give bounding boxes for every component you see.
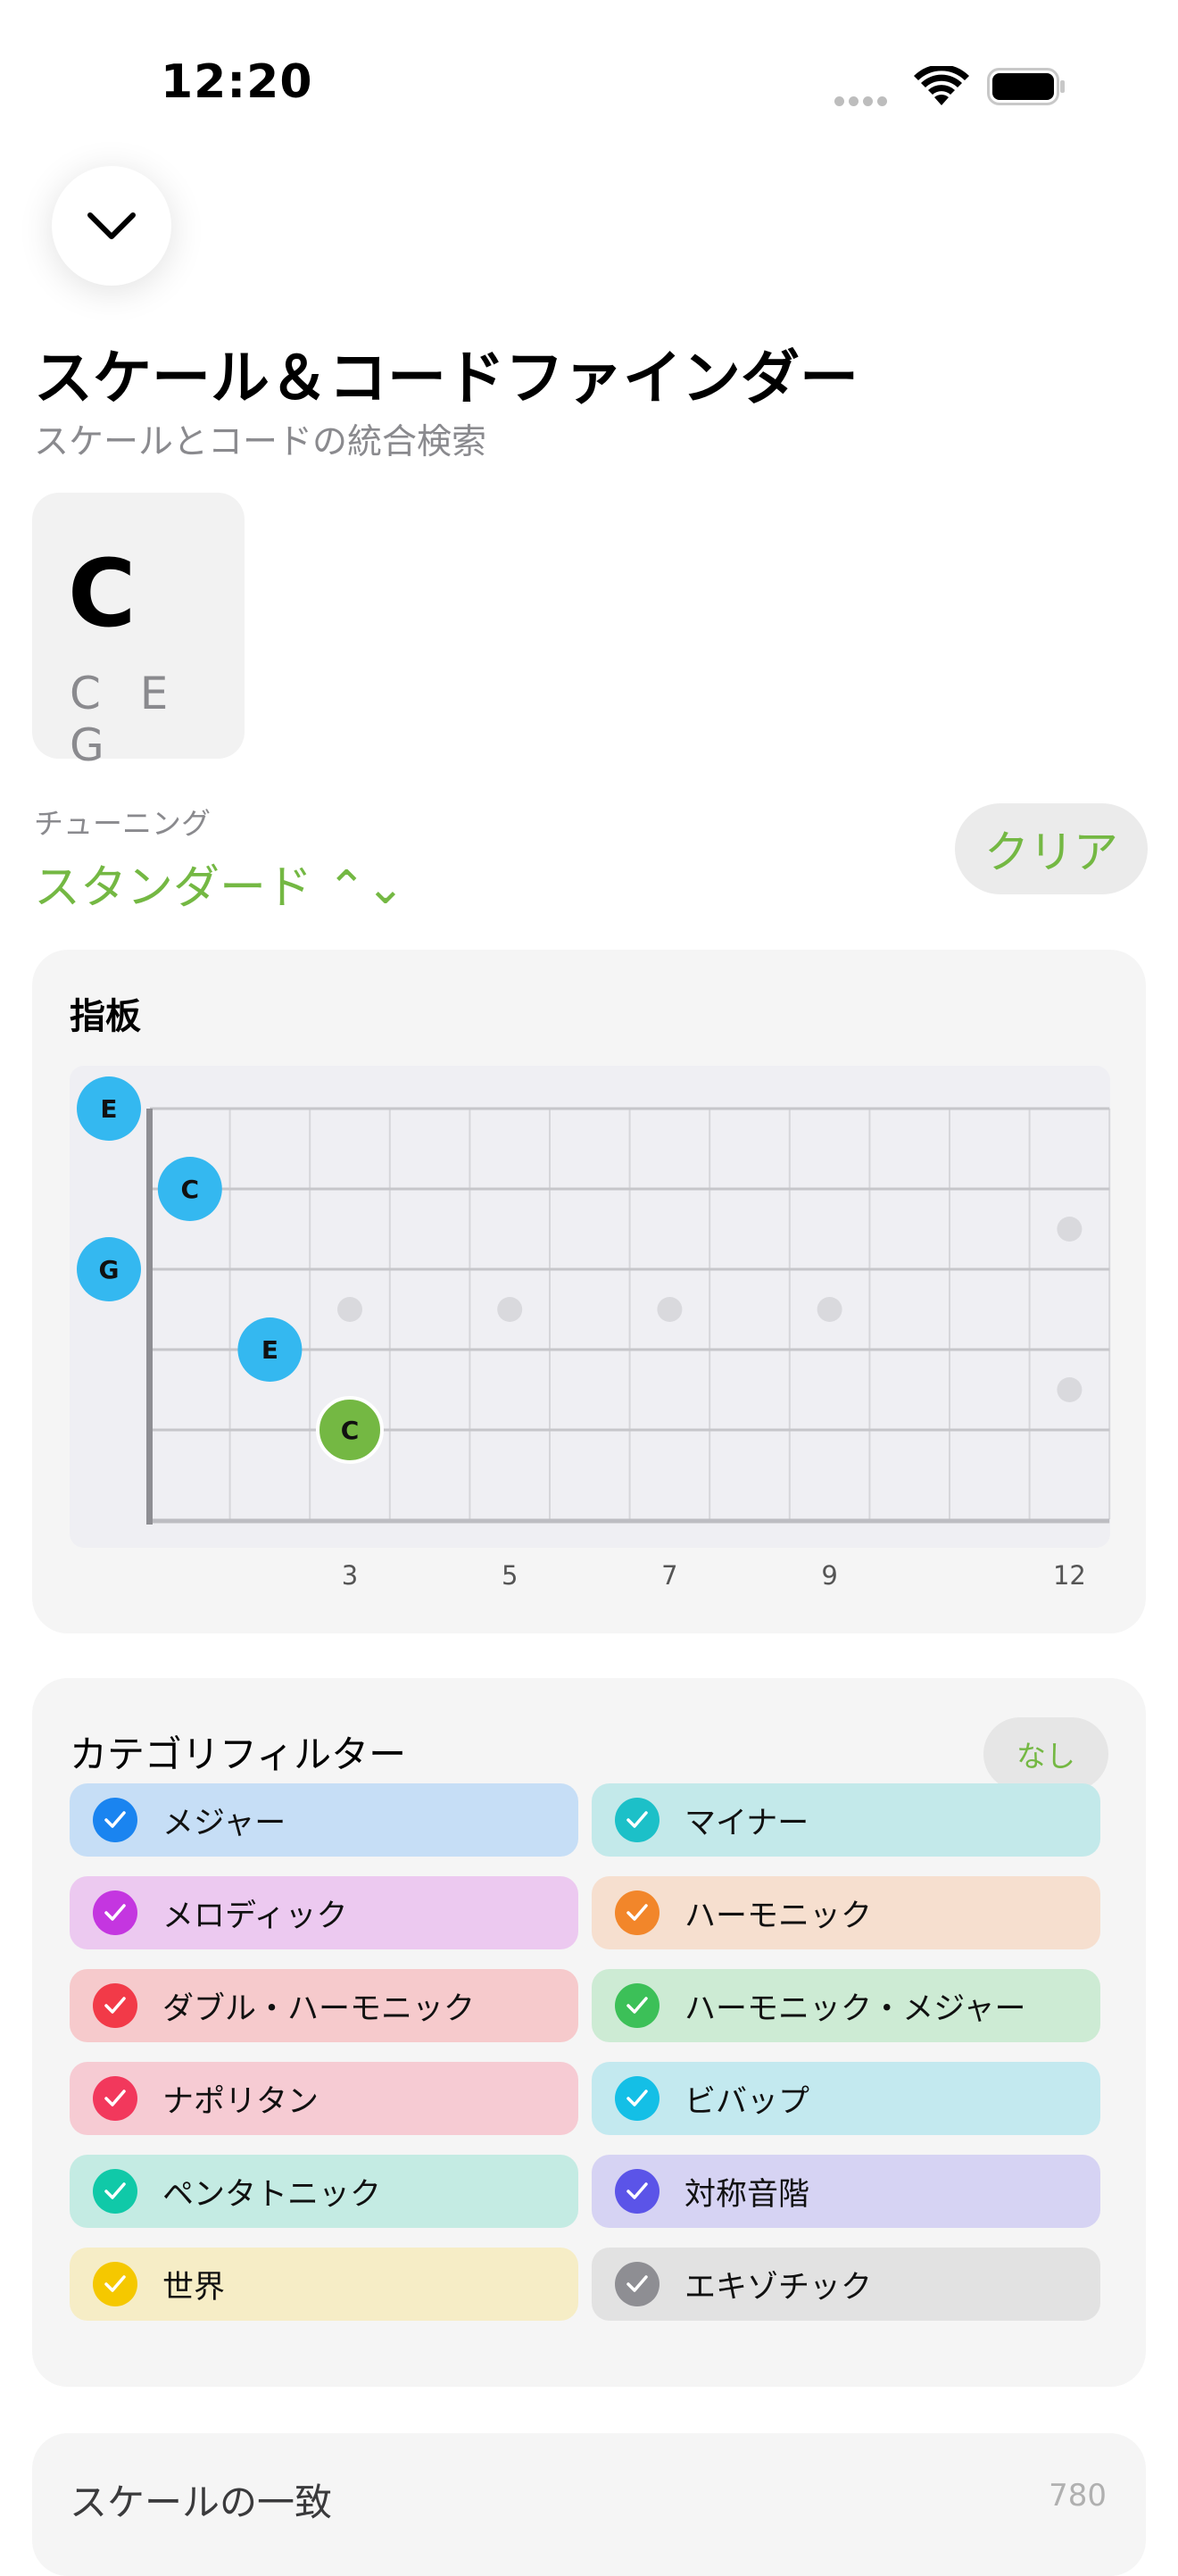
fretboard-note[interactable]: C (316, 1396, 384, 1464)
category-filter-chip[interactable]: 世界 (70, 2248, 578, 2321)
nut (146, 1109, 153, 1525)
checkmark-icon (93, 1890, 137, 1935)
fret-number: 12 (1052, 1560, 1086, 1591)
category-filter-chip[interactable]: ダブル・ハーモニック (70, 1969, 578, 2042)
category-filter-label: 世界 (162, 2269, 226, 2306)
category-filter-chip[interactable]: ハーモニック (592, 1876, 1100, 1949)
category-filter-label: ダブル・ハーモニック (162, 1990, 476, 2027)
fret-number: 3 (341, 1560, 359, 1591)
fretboard-note-label: G (99, 1255, 120, 1284)
fret-inlay-dot (497, 1297, 523, 1322)
checkmark-icon (615, 2169, 660, 2214)
fret-inlay-dot (817, 1297, 842, 1322)
checkmark-icon (93, 2076, 137, 2121)
category-filter-label: ビバップ (684, 2083, 810, 2120)
fretboard-note[interactable]: E (77, 1076, 141, 1141)
fretboard-note[interactable]: C (157, 1157, 222, 1221)
category-filter-chip[interactable]: ペンタトニック (70, 2155, 578, 2228)
category-filter-label: メジャー (162, 1805, 286, 1841)
checkmark-icon (93, 1983, 137, 2028)
category-filter-label: 対称音階 (684, 2176, 810, 2213)
checkmark-icon (615, 1890, 660, 1935)
category-filter-label: エキゾチック (684, 2269, 873, 2306)
scale-matches-label: スケールの一致 (70, 2480, 333, 2524)
category-filter-chip[interactable]: ビバップ (592, 2062, 1100, 2135)
fretboard[interactable]: E C G E C (0, 0, 1178, 1589)
fret-number: 7 (661, 1560, 678, 1591)
category-filter-label: メロディック (162, 1898, 348, 1934)
category-filter-chip[interactable]: マイナー (592, 1783, 1100, 1857)
category-filter-label: ペンタトニック (162, 2176, 382, 2213)
fretboard-note-label: E (261, 1335, 278, 1365)
fretboard-background (70, 1066, 1110, 1548)
checkmark-icon (93, 2262, 137, 2306)
fretboard-note-label: C (181, 1175, 200, 1204)
checkmark-icon (615, 2262, 660, 2306)
select-none-button[interactable]: なし (983, 1717, 1108, 1791)
fretboard-note[interactable]: G (77, 1237, 141, 1301)
category-filter-chip[interactable]: メロディック (70, 1876, 578, 1949)
category-filter-label: ハーモニック・メジャー (684, 1990, 1026, 2027)
checkmark-icon (615, 1983, 660, 2028)
category-filter-label: ナポリタン (162, 2083, 319, 2120)
fret-number: 5 (501, 1560, 518, 1591)
checkmark-icon (93, 2169, 137, 2214)
category-filter-chip[interactable]: ハーモニック・メジャー (592, 1969, 1100, 2042)
fretboard-note-label: C (341, 1416, 360, 1445)
fret-inlay-dot (1057, 1377, 1083, 1402)
category-filter-label: マイナー (684, 1805, 809, 1841)
category-filter-chip[interactable]: メジャー (70, 1783, 578, 1857)
fret-inlay-dot (1057, 1217, 1083, 1242)
category-filter-chip[interactable]: エキゾチック (592, 2248, 1100, 2321)
category-filter-label: ハーモニック (684, 1898, 873, 1934)
checkmark-icon (93, 1798, 137, 1842)
category-filter-chip[interactable]: ナポリタン (70, 2062, 578, 2135)
fretboard-note[interactable]: E (237, 1317, 303, 1382)
category-filter-title: カテゴリフィルター (70, 1733, 407, 1776)
scale-matches-count: 780 (1049, 2478, 1107, 2514)
fret-number: 9 (821, 1560, 838, 1591)
category-filter-chip[interactable]: 対称音階 (592, 2155, 1100, 2228)
checkmark-icon (615, 2076, 660, 2121)
fretboard-note-label: E (100, 1094, 117, 1124)
checkmark-icon (615, 1798, 660, 1842)
fret-inlay-dot (657, 1297, 683, 1322)
fret-inlay-dot (337, 1297, 362, 1322)
